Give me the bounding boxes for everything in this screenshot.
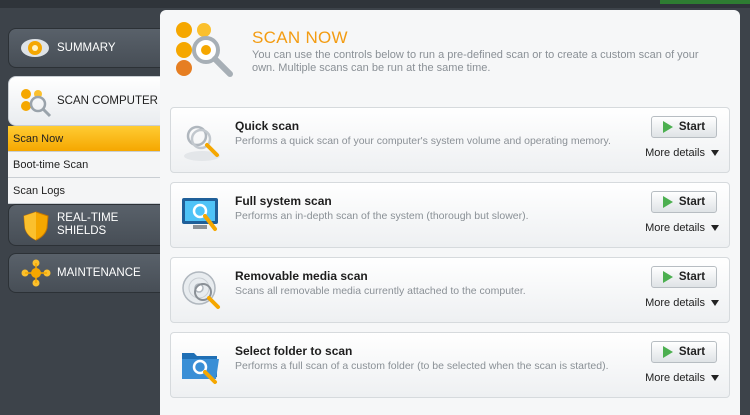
start-label: Start bbox=[678, 346, 706, 358]
scan-description: Scans all removable media currently atta… bbox=[235, 285, 526, 297]
summary-eye-icon bbox=[19, 33, 53, 63]
start-full-scan-button[interactable]: Start bbox=[651, 191, 717, 213]
start-removable-scan-button[interactable]: Start bbox=[651, 266, 717, 288]
top-accent-bar bbox=[660, 0, 750, 4]
subnav-boot-time-scan[interactable]: Boot-time Scan bbox=[8, 152, 160, 178]
scan-card-full-system: Full system scan Performs an in-depth sc… bbox=[170, 182, 730, 248]
scan-title: Select folder to scan bbox=[235, 344, 353, 358]
folder-scan-icon bbox=[179, 343, 225, 389]
more-details-label: More details bbox=[645, 222, 705, 234]
chevron-down-icon bbox=[711, 150, 719, 156]
more-details-label: More details bbox=[645, 147, 705, 159]
scan-title: Removable media scan bbox=[235, 269, 368, 283]
more-details-label: More details bbox=[645, 372, 705, 384]
more-details-toggle[interactable]: More details bbox=[645, 297, 719, 309]
subnav-scan-now[interactable]: Scan Now bbox=[8, 126, 160, 152]
page-title: SCAN NOW bbox=[252, 28, 348, 47]
main-panel: SCAN NOW You can use the controls below … bbox=[160, 10, 740, 415]
sidebar-item-summary[interactable]: SUMMARY bbox=[8, 28, 160, 68]
play-icon bbox=[662, 121, 673, 133]
page-header: SCAN NOW You can use the controls below … bbox=[160, 10, 740, 95]
play-icon bbox=[662, 271, 673, 283]
subnav-scan-logs[interactable]: Scan Logs bbox=[8, 178, 160, 204]
page-description: You can use the controls below to run a … bbox=[252, 49, 699, 74]
start-label: Start bbox=[678, 271, 706, 283]
play-icon bbox=[662, 346, 673, 358]
full-scan-monitor-icon bbox=[179, 193, 225, 239]
scan-description: Performs a quick scan of your computer's… bbox=[235, 135, 611, 147]
chevron-down-icon bbox=[711, 225, 719, 231]
sidebar-item-scan-computer[interactable]: SCAN COMPUTER bbox=[8, 76, 160, 126]
sidebar-item-label: SUMMARY bbox=[57, 41, 116, 54]
scan-now-icon bbox=[172, 18, 236, 82]
more-details-toggle[interactable]: More details bbox=[645, 372, 719, 384]
sidebar-item-real-time-shields[interactable]: REAL-TIME SHIELDS bbox=[8, 204, 160, 246]
scan-title: Full system scan bbox=[235, 194, 332, 208]
sidebar-item-label: MAINTENANCE bbox=[57, 266, 141, 279]
scan-card-quick: Quick scan Performs a quick scan of your… bbox=[170, 107, 730, 173]
scan-description: Performs a full scan of a custom folder … bbox=[235, 360, 609, 372]
start-label: Start bbox=[678, 196, 706, 208]
scan-subnav: Scan Now Boot-time Scan Scan Logs bbox=[8, 126, 160, 204]
start-quick-scan-button[interactable]: Start bbox=[651, 116, 717, 138]
scan-title: Quick scan bbox=[235, 119, 300, 133]
maintenance-icon bbox=[19, 258, 53, 288]
start-label: Start bbox=[678, 121, 706, 133]
play-icon bbox=[662, 196, 673, 208]
scan-description: Performs an in-depth scan of the system … bbox=[235, 210, 529, 222]
chevron-down-icon bbox=[711, 300, 719, 306]
scan-computer-icon bbox=[19, 86, 53, 118]
more-details-toggle[interactable]: More details bbox=[645, 222, 719, 234]
scan-card-folder: Select folder to scan Performs a full sc… bbox=[170, 332, 730, 398]
more-details-toggle[interactable]: More details bbox=[645, 147, 719, 159]
sidebar: SUMMARY SCAN COMPUTER Scan Now Boot-time… bbox=[0, 8, 160, 415]
removable-media-disc-icon bbox=[179, 268, 225, 314]
chevron-down-icon bbox=[711, 375, 719, 381]
start-folder-scan-button[interactable]: Start bbox=[651, 341, 717, 363]
top-strip bbox=[0, 0, 750, 8]
sidebar-item-label: REAL-TIME SHIELDS bbox=[57, 212, 119, 237]
scan-card-removable-media: Removable media scan Scans all removable… bbox=[170, 257, 730, 323]
more-details-label: More details bbox=[645, 297, 705, 309]
sidebar-item-maintenance[interactable]: MAINTENANCE bbox=[8, 253, 160, 293]
sidebar-item-label: SCAN COMPUTER bbox=[57, 94, 158, 107]
quick-scan-icon bbox=[179, 118, 225, 164]
shield-icon bbox=[19, 210, 53, 241]
